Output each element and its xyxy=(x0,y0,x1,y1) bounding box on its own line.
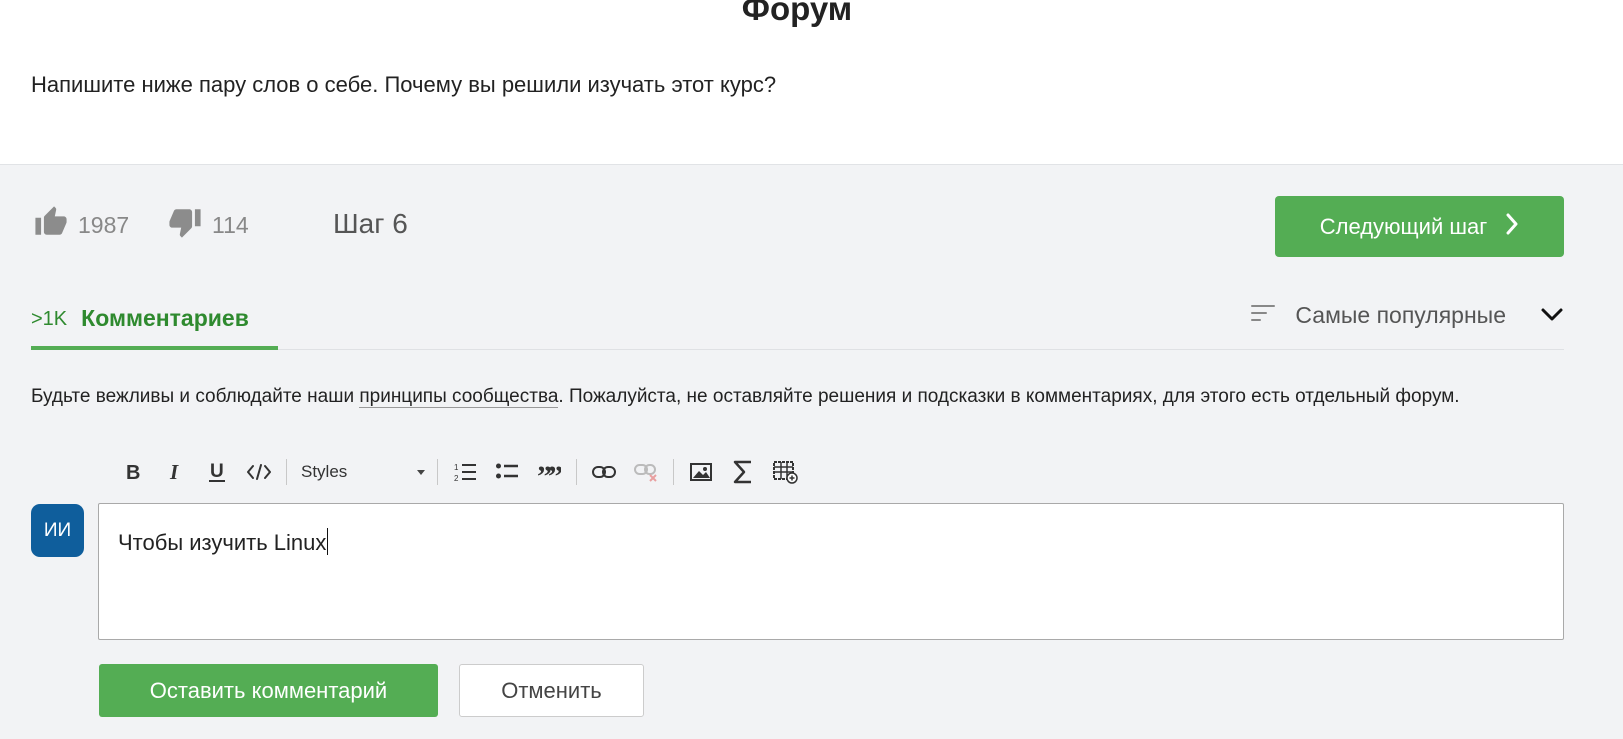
chevron-right-icon xyxy=(1505,213,1519,241)
toolbar-separator xyxy=(576,459,577,485)
svg-text:U: U xyxy=(210,461,224,482)
step-content: Форум Напишите ниже пару слов о себе. По… xyxy=(0,0,1623,165)
styles-label: Styles xyxy=(301,462,348,481)
dislike-count: 114 xyxy=(212,211,249,238)
thumbs-down-icon xyxy=(168,205,202,245)
dislike-button[interactable]: 114 xyxy=(168,205,249,245)
code-icon xyxy=(247,464,271,480)
caret-down-icon xyxy=(417,469,425,475)
toolbar-separator xyxy=(286,459,287,485)
sort-icon xyxy=(1251,302,1276,329)
like-count: 1987 xyxy=(78,211,130,238)
blockquote-button[interactable]: ”” xyxy=(528,455,570,489)
rules-text-start: Будьте вежливы и соблюдайте наши xyxy=(31,386,360,407)
image-icon xyxy=(690,463,712,481)
underline-icon: U xyxy=(209,461,225,482)
table-icon xyxy=(773,461,798,484)
bold-button[interactable]: B xyxy=(112,455,154,489)
community-guidelines-link[interactable]: принципы сообщества xyxy=(359,386,559,408)
math-formula-button[interactable] xyxy=(722,455,764,489)
svg-text:”: ” xyxy=(548,462,561,482)
comment-text-editor[interactable]: Чтобы изучить Linux xyxy=(98,503,1564,640)
thumbs-up-icon xyxy=(34,205,68,245)
page-title: Форум xyxy=(741,0,853,27)
cancel-button[interactable]: Отменить xyxy=(459,664,644,717)
chevron-down-icon xyxy=(1540,302,1564,329)
avatar: ИИ xyxy=(31,504,84,557)
next-step-label: Следующий шаг xyxy=(1319,213,1488,239)
toolbar-separator xyxy=(673,459,674,485)
tab-comments[interactable]: >1K Комментариев xyxy=(31,292,278,350)
link-button[interactable] xyxy=(583,455,625,489)
insert-table-button[interactable] xyxy=(764,455,806,489)
comments-tabs: >1K Комментариев Самые популярные xyxy=(31,292,1564,350)
step-label: Шаг 6 xyxy=(333,208,408,239)
next-step-button[interactable]: Следующий шаг xyxy=(1275,196,1564,257)
comment-text: Чтобы изучить Linux xyxy=(118,530,327,555)
rules-text-end: . Пожалуйста, не оставляйте решения и по… xyxy=(558,386,1460,407)
editor-toolbar: B I U Styles 12 ”” xyxy=(112,455,806,489)
unlink-button[interactable] xyxy=(625,455,667,489)
numbered-list-button[interactable]: 12 xyxy=(444,455,486,489)
sigma-icon xyxy=(733,460,751,484)
svg-text:I: I xyxy=(169,462,179,482)
community-rules-notice: Будьте вежливы и соблюдайте наши принцип… xyxy=(31,382,1564,412)
italic-icon: I xyxy=(169,462,179,482)
bulleted-list-icon xyxy=(496,463,518,479)
like-button[interactable]: 1987 xyxy=(34,205,129,245)
sort-label: Самые популярные xyxy=(1295,302,1506,328)
italic-button[interactable]: I xyxy=(154,455,196,489)
svg-text:B: B xyxy=(126,462,140,482)
numbered-list-icon: 12 xyxy=(454,463,476,483)
styles-dropdown[interactable]: Styles xyxy=(293,455,431,489)
toolbar-separator xyxy=(437,459,438,485)
unlink-icon xyxy=(634,464,657,482)
code-button[interactable] xyxy=(238,455,280,489)
underline-button[interactable]: U xyxy=(196,455,238,489)
image-button[interactable] xyxy=(680,455,722,489)
quote-icon: ”” xyxy=(537,462,561,482)
svg-text:2: 2 xyxy=(454,474,459,483)
bold-icon: B xyxy=(126,462,140,482)
link-icon xyxy=(592,466,616,478)
sort-dropdown[interactable]: Самые популярные xyxy=(1251,302,1564,329)
comments-count: >1K xyxy=(31,308,68,330)
comments-tab-label: Комментариев xyxy=(81,305,249,331)
bulleted-list-button[interactable] xyxy=(486,455,528,489)
text-cursor xyxy=(327,528,329,555)
submit-comment-button[interactable]: Оставить комментарий xyxy=(99,664,438,717)
step-question: Напишите ниже пару слов о себе. Почему в… xyxy=(31,72,777,97)
svg-text:1: 1 xyxy=(454,463,459,472)
